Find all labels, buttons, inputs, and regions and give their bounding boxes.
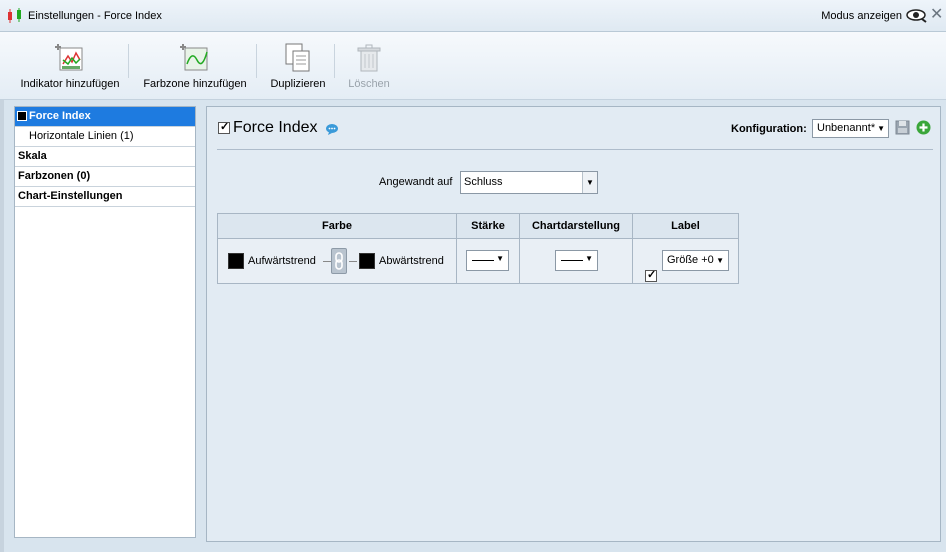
- trash-icon: [357, 44, 381, 72]
- color-cell: Aufwärtstrend Abwärtstrend: [217, 238, 457, 284]
- indicator-enabled-checkbox[interactable]: [218, 120, 230, 134]
- uptrend-color-swatch[interactable]: [228, 253, 244, 269]
- indicator-settings-panel: Force Index Konfiguration: Unbenannt* ▼ …: [206, 106, 941, 542]
- info-bubble-icon[interactable]: [325, 123, 339, 135]
- thickness-select[interactable]: ▼: [466, 250, 509, 271]
- label-size-select[interactable]: Größe +0 ▼: [662, 250, 729, 271]
- add-indicator-icon: [55, 44, 83, 71]
- sidebar-item-label: Horizontale Linien (1): [29, 130, 134, 142]
- settings-sidebar: Force Index Horizontale Linien (1) Skala…: [14, 106, 196, 538]
- link-line: [349, 261, 357, 262]
- save-icon[interactable]: [895, 120, 910, 135]
- configuration-label: Konfiguration:: [731, 123, 807, 135]
- chevron-down-icon: ▼: [716, 256, 724, 265]
- sidebar-item-force-index[interactable]: Force Index: [15, 107, 195, 127]
- background-strip: [0, 100, 4, 552]
- add-indicator-label: Indikator hinzufügen: [20, 78, 120, 90]
- downtrend-color-swatch[interactable]: [359, 253, 375, 269]
- configuration-value: Unbenannt*: [817, 122, 876, 134]
- toolbar-separator: [334, 44, 335, 78]
- sidebar-item-chart-settings[interactable]: Chart-Einstellungen: [15, 187, 195, 207]
- link-colors-button[interactable]: [331, 248, 347, 274]
- chart-style-select[interactable]: ▼: [555, 250, 598, 271]
- title-bar: Einstellungen - Force Index Modus anzeig…: [0, 0, 946, 32]
- indicator-title: Force Index: [233, 119, 318, 136]
- chain-link-icon: [335, 252, 343, 270]
- chevron-down-icon: ▼: [496, 254, 504, 263]
- link-line: [323, 261, 331, 262]
- table-row: Aufwärtstrend Abwärtstrend ▼ ▼ ✓ Größe +…: [217, 238, 739, 284]
- mode-display-label[interactable]: Modus anzeigen: [821, 10, 902, 22]
- duplicate-icon: [285, 43, 310, 72]
- label-cell: Größe +0 ▼: [632, 238, 739, 284]
- add-indicator-button[interactable]: Indikator hinzufügen: [20, 42, 120, 90]
- style-table: Farbe Stärke Chartdarstellung Label Aufw…: [217, 213, 739, 284]
- sidebar-item-label: Farbzonen (0): [18, 170, 91, 182]
- add-colorzone-button[interactable]: Farbzone hinzufügen: [140, 42, 250, 90]
- sidebar-item-horizontal-lines[interactable]: Horizontale Linien (1): [15, 127, 195, 147]
- label-enabled-checkbox[interactable]: [645, 268, 657, 282]
- label-size-value: Größe +0: [667, 254, 714, 266]
- candlestick-app-icon: [8, 8, 21, 23]
- column-header: Label: [632, 213, 739, 239]
- uptrend-label: Aufwärtstrend: [248, 255, 316, 267]
- add-colorzone-label: Farbzone hinzufügen: [143, 78, 247, 90]
- thickness-cell: ▼: [456, 238, 520, 284]
- add-colorzone-icon: [180, 44, 208, 71]
- sidebar-item-label: Force Index: [29, 110, 91, 122]
- sidebar-item-scale[interactable]: Skala: [15, 147, 195, 167]
- sidebar-item-label: Skala: [18, 150, 47, 162]
- duplicate-label: Duplizieren: [270, 78, 326, 90]
- color-swatch: [17, 111, 27, 121]
- add-config-icon[interactable]: [916, 120, 931, 135]
- close-icon[interactable]: ✕: [930, 6, 944, 24]
- column-header: Farbe: [217, 213, 457, 239]
- chevron-down-icon: ▼: [582, 172, 597, 193]
- applied-to-value: Schluss: [464, 176, 503, 188]
- configuration-select[interactable]: Unbenannt* ▼: [812, 119, 889, 138]
- column-header: Chartdarstellung: [519, 213, 633, 239]
- toolbar: Indikator hinzufügen Farbzone hinzufügen…: [0, 32, 946, 100]
- delete-button[interactable]: Löschen: [344, 42, 394, 90]
- duplicate-button[interactable]: Duplizieren: [268, 42, 328, 90]
- applied-to-label: Angewandt auf: [379, 176, 453, 188]
- line-preview: [472, 260, 494, 261]
- toolbar-separator: [256, 44, 257, 78]
- sidebar-item-label: Chart-Einstellungen: [18, 190, 123, 202]
- line-preview: [561, 260, 583, 261]
- column-header: Stärke: [456, 213, 520, 239]
- delete-label: Löschen: [348, 78, 390, 90]
- divider: [217, 149, 933, 150]
- downtrend-label: Abwärtstrend: [379, 255, 444, 267]
- chevron-down-icon: ▼: [877, 124, 885, 133]
- chart-style-cell: ▼: [519, 238, 633, 284]
- toolbar-separator: [128, 44, 129, 78]
- sidebar-item-colorzones[interactable]: Farbzonen (0): [15, 167, 195, 187]
- applied-to-select[interactable]: Schluss ▼: [460, 171, 598, 194]
- window-title: Einstellungen - Force Index: [28, 10, 162, 22]
- chevron-down-icon: ▼: [585, 254, 593, 263]
- eye-icon[interactable]: [906, 6, 928, 24]
